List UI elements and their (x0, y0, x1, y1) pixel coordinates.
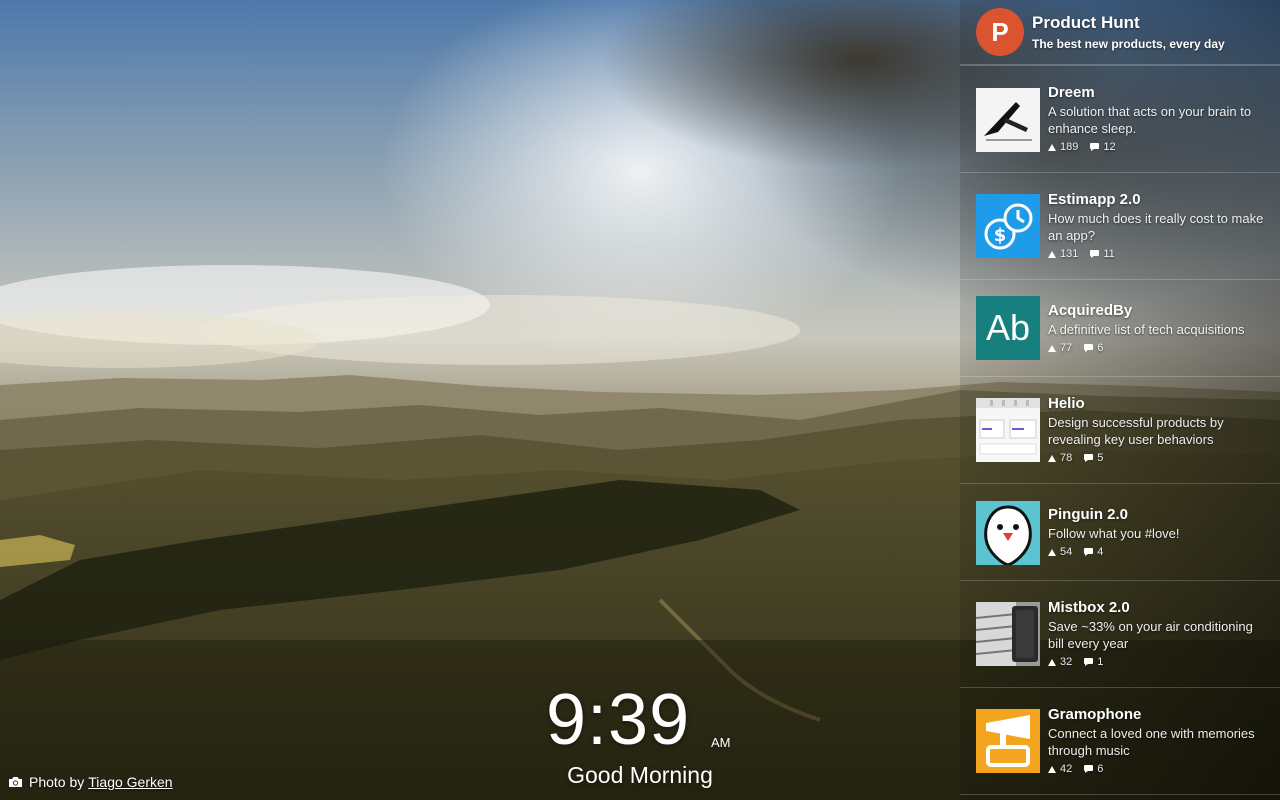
photo-credit-prefix: Photo by (29, 774, 85, 790)
post-helio[interactable]: Helio Design successful products by reve… (960, 377, 1280, 484)
comment-count: 4 (1097, 546, 1104, 558)
vote-count: 32 (1060, 656, 1073, 668)
product-hunt-tagline: The best new products, every day (1032, 37, 1225, 51)
comment-icon (1090, 250, 1100, 258)
comment-icon (1090, 143, 1100, 151)
post-stats: 54 4 (1048, 546, 1103, 558)
post-name[interactable]: Estimapp 2.0 (1048, 191, 1141, 208)
photo-credit: Photo by Tiago Gerken (8, 772, 173, 792)
post-name[interactable]: Helio (1048, 395, 1085, 412)
upvote-icon (1048, 344, 1056, 352)
dreem-logo-icon[interactable] (976, 88, 1040, 152)
product-hunt-header[interactable]: P Product Hunt The best new products, ev… (960, 0, 1280, 66)
post-stats: 32 1 (1048, 656, 1103, 668)
post-dreem[interactable]: Dreem A solution that acts on your brain… (960, 66, 1280, 173)
product-hunt-title[interactable]: Product Hunt (1032, 13, 1140, 33)
post-description: How much does it really cost to make an … (1048, 211, 1264, 243)
vote-count: 189 (1060, 141, 1079, 153)
post-mistbox[interactable]: Mistbox 2.0 Save ~33% on your air condit… (960, 581, 1280, 688)
comment-count: 11 (1103, 248, 1115, 260)
comment-icon (1084, 658, 1094, 666)
product-hunt-panel: P Product Hunt The best new products, ev… (960, 0, 1280, 800)
post-description: Connect a loved one with memories throug… (1048, 726, 1255, 758)
svg-text:$: $ (994, 225, 1007, 246)
product-hunt-logo-icon[interactable]: P (976, 8, 1024, 56)
post-description: Design successful products by revealing … (1048, 415, 1224, 447)
comment-count: 1 (1097, 656, 1104, 668)
upvote-icon (1048, 454, 1056, 462)
post-name[interactable]: AcquiredBy (1048, 302, 1132, 319)
post-description: A solution that acts on your brain to en… (1048, 104, 1252, 136)
post-stats: 131 11 (1048, 248, 1115, 260)
post-stats: 189 12 (1048, 141, 1116, 153)
photo-author-link[interactable]: Tiago Gerken (88, 774, 172, 790)
post-gramophone[interactable]: Gramophone Connect a loved one with memo… (960, 688, 1280, 795)
pinguin-logo-icon[interactable] (976, 501, 1040, 565)
vote-count: 42 (1060, 763, 1073, 775)
post-pinguin[interactable]: Pinguin 2.0 Follow what you #love! 54 4 (960, 484, 1280, 581)
comment-count: 6 (1097, 763, 1104, 775)
clock-period: AM (711, 735, 731, 750)
clock-time: 9:39 (546, 680, 691, 760)
gramophone-logo-icon[interactable] (976, 709, 1040, 773)
post-description: Save ~33% on your air conditioning bill … (1048, 619, 1253, 651)
helio-screenshot-icon[interactable] (976, 398, 1040, 462)
comment-icon (1084, 548, 1094, 556)
post-estimapp[interactable]: $ Estimapp 2.0 How much does it really c… (960, 173, 1280, 280)
post-stats: 42 6 (1048, 763, 1103, 775)
vote-count: 131 (1060, 248, 1079, 260)
comment-icon (1084, 765, 1094, 773)
vote-count: 54 (1060, 546, 1073, 558)
acquiredby-logo-text: Ab (985, 307, 1031, 348)
comment-count: 5 (1097, 452, 1104, 464)
upvote-icon (1048, 765, 1056, 773)
comment-count: 6 (1097, 342, 1104, 354)
upvote-icon (1048, 143, 1056, 151)
clock: 9:39 AM (540, 680, 740, 760)
greeting: Good Morning (567, 762, 713, 788)
post-stats: 77 6 (1048, 342, 1103, 354)
upvote-icon (1048, 250, 1056, 258)
upvote-icon (1048, 548, 1056, 556)
post-name[interactable]: Dreem (1048, 84, 1095, 101)
camera-icon (9, 777, 22, 787)
estimapp-logo-icon[interactable]: $ (976, 194, 1040, 258)
post-name[interactable]: Pinguin 2.0 (1048, 506, 1128, 523)
comment-count: 12 (1103, 141, 1116, 153)
acquiredby-logo-icon[interactable]: Ab (976, 296, 1040, 360)
post-acquiredby[interactable]: Ab AcquiredBy A definitive list of tech … (960, 280, 1280, 377)
comment-icon (1084, 344, 1094, 352)
vote-count: 78 (1060, 452, 1073, 464)
mistbox-photo-icon[interactable] (976, 602, 1040, 666)
upvote-icon (1048, 658, 1056, 666)
post-description: A definitive list of tech acquisitions (1048, 322, 1245, 337)
vote-count: 77 (1060, 342, 1073, 354)
comment-icon (1084, 454, 1094, 462)
post-stats: 78 5 (1048, 452, 1103, 464)
post-name[interactable]: Mistbox 2.0 (1048, 599, 1130, 616)
post-name[interactable]: Gramophone (1048, 706, 1141, 723)
post-description: Follow what you #love! (1048, 526, 1180, 541)
